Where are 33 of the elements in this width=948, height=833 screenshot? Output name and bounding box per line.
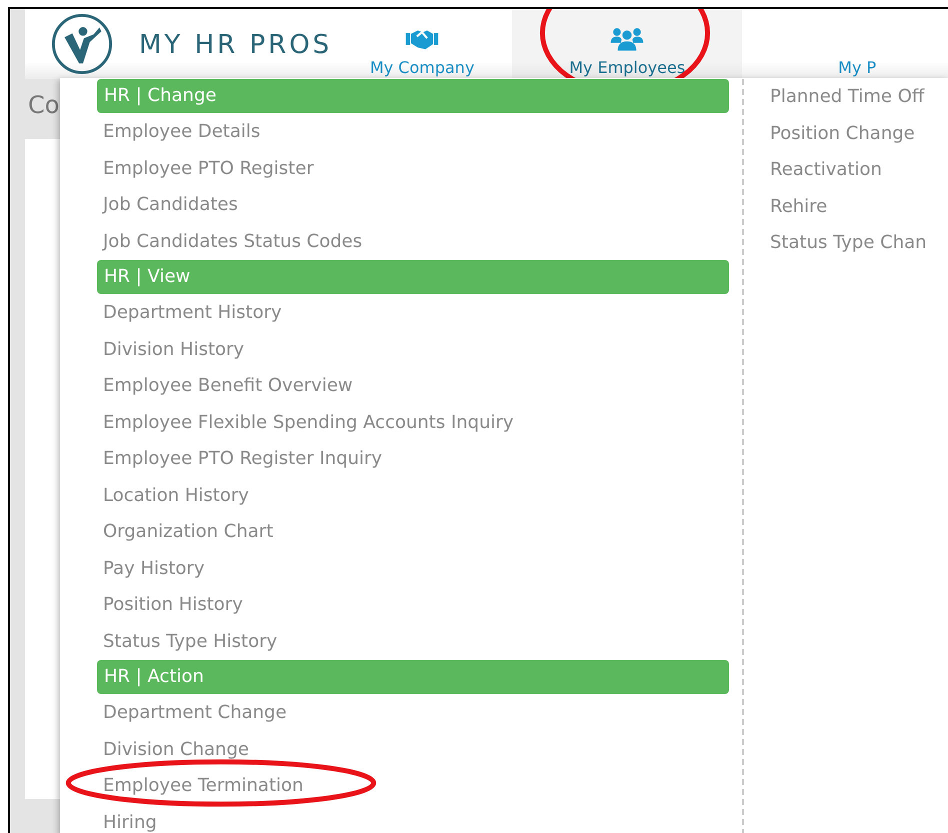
menu-item[interactable]: Department Change [97,695,729,732]
menu-item[interactable]: Employee Flexible Spending Accounts Inquiry [97,404,729,441]
nav-tab[interactable]: My Employees [512,9,742,79]
menu-item[interactable]: Department History [97,295,729,332]
logo-icon [51,13,113,75]
section-header: HR | Change [97,79,729,113]
nav-tab[interactable]: My P [742,9,948,79]
menu-item[interactable]: Division Change [97,732,729,768]
menu-item[interactable]: Employee PTO Register Inquiry [97,441,729,478]
menu-item[interactable]: Location History [97,478,729,514]
page-heading: Co [28,91,60,119]
menu-item[interactable]: Planned Time Off [770,79,927,116]
section-header: HR | View [97,260,729,294]
menu-item[interactable]: Status Type Chan [770,225,927,262]
menu-item[interactable]: Organization Chart [97,514,729,550]
menu-item[interactable]: Position Change [770,116,927,152]
menu-item[interactable]: Job Candidates [97,187,729,224]
menu-item[interactable]: Division History [97,332,729,368]
menu-item[interactable]: Position History [97,587,729,624]
menu-item[interactable]: Employee Benefit Overview [97,368,729,404]
menu-item[interactable]: Rehire [770,188,927,225]
menu-item[interactable]: Employee Details [97,114,729,150]
menu-item[interactable]: Employee PTO Register [97,150,729,187]
menu-item[interactable]: Status Type History [97,624,729,660]
menu-item[interactable]: Pay History [97,550,729,587]
menu-item[interactable]: Employee Termination [97,768,729,804]
logo-text: MY HR PROS [139,30,332,60]
menu-item[interactable]: Job Candidates Status Codes [97,224,729,260]
section-header: HR | Action [97,660,729,694]
people-icon [610,26,644,52]
nav-tab[interactable]: My Company [332,9,512,79]
menu-item[interactable]: Reactivation [770,152,927,188]
menu-item[interactable]: Hiring [97,804,729,833]
